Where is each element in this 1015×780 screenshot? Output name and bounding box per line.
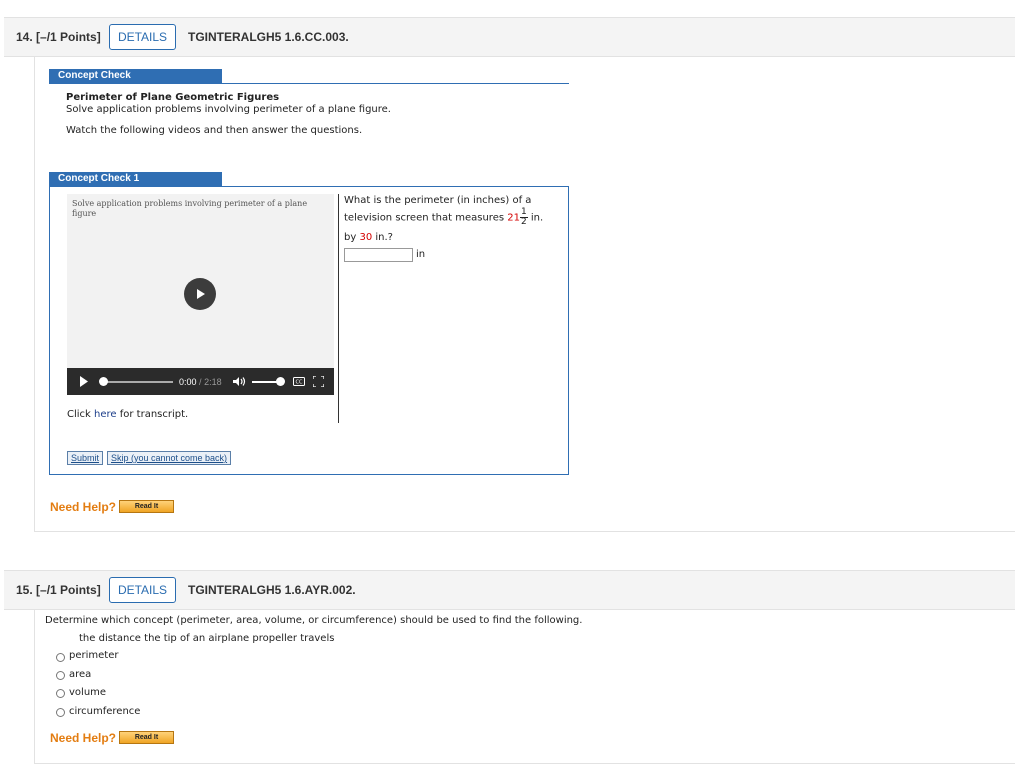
measure-second: 30 xyxy=(359,232,373,243)
radio-volume[interactable] xyxy=(56,689,65,698)
video-caption: Solve application problems involving per… xyxy=(72,199,308,218)
skip-button[interactable]: Skip (you cannot come back) xyxy=(107,451,232,465)
captions-icon[interactable]: CC xyxy=(293,377,305,386)
answer-unit: in xyxy=(416,249,426,260)
transcript-line: Click here for transcript. xyxy=(67,409,189,420)
question-code: TGINTERALGH5 1.6.AYR.002. xyxy=(188,583,356,597)
question-code: TGINTERALGH5 1.6.CC.003. xyxy=(188,30,349,44)
perimeter-answer-input[interactable] xyxy=(344,248,413,262)
svg-text:CC: CC xyxy=(296,380,303,386)
play-overlay-icon[interactable] xyxy=(184,278,216,310)
video-controls: 0:00 / 2:18 CC xyxy=(67,368,334,395)
submit-button[interactable]: Submit xyxy=(67,451,104,465)
question-14-header: 14. [–/1 Points] DETAILS TGINTERALGH5 1.… xyxy=(4,17,1015,57)
option-label-perimeter: perimeter xyxy=(69,650,119,661)
topic-title: Perimeter of Plane Geometric Figures xyxy=(66,92,280,103)
option-label-volume: volume xyxy=(69,687,107,698)
question-line-2: television screen that measures 21 1 2 in. xyxy=(344,207,544,227)
radio-area[interactable] xyxy=(56,671,65,680)
read-it-button[interactable]: Read It xyxy=(119,731,174,744)
question-number: 14. [–/1 Points] xyxy=(16,30,101,44)
time-display: 0:00 / 2:18 xyxy=(179,377,222,387)
concept-check-1-header: Concept Check 1 xyxy=(49,172,222,186)
play-icon[interactable] xyxy=(79,376,89,387)
radio-circumference[interactable] xyxy=(56,708,65,717)
video-player[interactable]: Solve application problems involving per… xyxy=(67,194,334,395)
progress-handle[interactable] xyxy=(99,377,108,386)
option-label-area: area xyxy=(69,669,92,680)
question-line-1: What is the perimeter (in inches) of a xyxy=(344,195,532,206)
progress-track[interactable] xyxy=(103,381,173,383)
read-it-button[interactable]: Read It xyxy=(119,500,174,513)
question-item: the distance the tip of an airplane prop… xyxy=(79,633,335,644)
need-help-label: Need Help? xyxy=(50,731,117,745)
concept-check-header: Concept Check xyxy=(49,69,222,83)
volume-icon[interactable] xyxy=(233,376,246,387)
question-number: 15. [–/1 Points] xyxy=(16,583,101,597)
topic-description: Solve application problems involving per… xyxy=(66,104,391,115)
details-button[interactable]: DETAILS xyxy=(109,577,176,603)
question-line-3: by 30 in.? xyxy=(344,232,393,243)
column-divider xyxy=(338,194,339,423)
measure-whole: 21 xyxy=(507,212,520,224)
need-help-label: Need Help? xyxy=(50,500,117,514)
volume-handle[interactable] xyxy=(276,377,285,386)
instructions: Watch the following videos and then answ… xyxy=(66,125,363,136)
concept-check-rule xyxy=(49,83,569,84)
transcript-link[interactable]: here xyxy=(94,409,117,420)
question-prompt: Determine which concept (perimeter, area… xyxy=(45,615,583,626)
radio-perimeter[interactable] xyxy=(56,653,65,662)
option-label-circumference: circumference xyxy=(69,706,141,717)
question-15-header: 15. [–/1 Points] DETAILS TGINTERALGH5 1.… xyxy=(4,570,1015,610)
measure-fraction: 12 xyxy=(519,207,528,227)
fullscreen-icon[interactable] xyxy=(313,376,324,387)
details-button[interactable]: DETAILS xyxy=(109,24,176,50)
